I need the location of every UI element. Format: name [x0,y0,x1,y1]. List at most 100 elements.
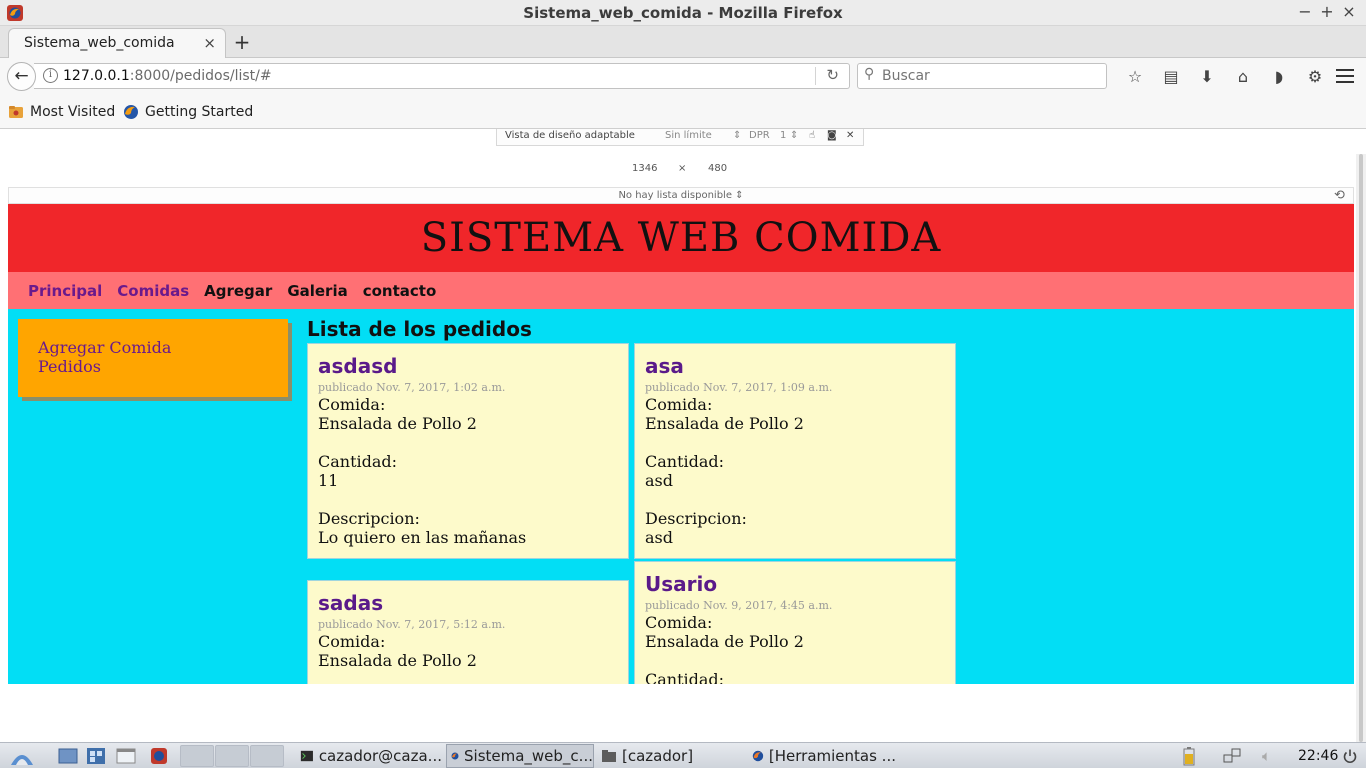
bookmark-label: Most Visited [30,104,116,120]
close-window-button[interactable]: × [1340,2,1358,22]
tab-sistema-web-comida[interactable]: Sistema_web_comida × [8,28,226,58]
comida-label: Comida: [318,632,386,651]
site-nav: Principal Comidas Agregar Galeria contac… [8,272,1354,309]
order-comida: Ensalada de Pollo 2 [318,414,477,433]
responsive-design-view: Vista de diseño adaptable Sin límite ⇕ D… [0,129,1366,742]
task-label: Sistema_web_c... [464,747,593,765]
order-date: publicado Nov. 9, 2017, 4:45 a.m. [645,599,833,612]
screenshot-icon[interactable]: ◙ [827,130,837,141]
nav-link-principal[interactable]: Principal [28,282,102,300]
rdm-dpr-select[interactable]: 1 [780,130,786,141]
order-comida: Ensalada de Pollo 2 [318,651,477,670]
order-title[interactable]: asdasd [318,354,618,378]
firefox-launcher-icon[interactable] [150,743,172,769]
comida-label: Comida: [318,395,386,414]
order-title[interactable]: asa [645,354,945,378]
descripcion-label: Descripcion: [318,509,420,528]
home-icon[interactable]: ⌂ [1225,66,1261,88]
order-card: asa publicado Nov. 7, 2017, 1:09 a.m. Co… [634,343,956,559]
order-cantidad: 11 [318,471,339,490]
window-title: Sistema_web_comida - Mozilla Firefox [523,4,843,22]
select-arrows-icon: ⇕ [735,190,744,201]
rdm-height-input[interactable]: 480 [708,163,727,174]
power-icon[interactable] [1342,743,1360,769]
touch-simulation-icon[interactable]: ☝ [809,130,815,141]
rdm-device-label: No hay lista disponible [618,190,732,201]
comida-label: Comida: [645,613,713,632]
site-header: SISTEMA WEB COMIDA [8,204,1354,272]
workspace-2[interactable] [215,745,249,767]
url-text[interactable]: 127.0.0.1:8000/pedidos/list/# [63,68,272,84]
bookmark-most-visited[interactable]: Most Visited [8,104,115,120]
workspace-icon[interactable] [86,743,108,769]
network-icon[interactable] [1222,743,1244,769]
close-rdm-icon[interactable]: ✕ [846,130,854,141]
back-button[interactable]: ← [7,62,36,91]
taskbar-item-devtools[interactable]: [Herramientas ... [748,744,896,768]
show-desktop-icon[interactable] [58,743,80,769]
order-descripcion: Lo quiero en las mañanas [318,528,527,547]
start-menu-button[interactable] [8,743,38,769]
order-title[interactable]: sadas [318,591,618,615]
order-title[interactable]: Usario [645,572,945,596]
terminal-icon [300,750,313,762]
descripcion-label: Descripcion: [645,509,747,528]
minimize-button[interactable]: − [1296,2,1314,22]
reload-icon[interactable]: ↻ [826,66,839,84]
new-tab-button[interactable]: + [232,30,252,54]
workspace-1[interactable] [180,745,214,767]
rdm-toolbar: Vista de diseño adaptable Sin límite ⇕ D… [496,129,864,146]
order-date: publicado Nov. 7, 2017, 1:09 a.m. [645,381,833,394]
clock[interactable]: 22:46 [1298,743,1338,769]
nav-link-contacto[interactable]: contacto [363,282,437,300]
cantidad-label: Cantidad: [318,452,398,471]
sidebar-link-agregar-comida[interactable]: Agregar Comida [38,338,268,357]
start-menu-icon [11,755,33,765]
downloads-icon[interactable]: ⬇ [1189,66,1225,88]
site-title: SISTEMA WEB COMIDA [420,215,942,261]
order-comida: Ensalada de Pollo 2 [645,414,804,433]
rotate-viewport-icon[interactable]: ⟲ [1334,188,1345,203]
window-list-icon[interactable] [116,743,138,769]
taskbar-item-firefox-active[interactable]: Sistema_web_c... [446,744,594,768]
window-titlebar: Sistema_web_comida - Mozilla Firefox − +… [0,0,1366,26]
order-descripcion: asd [645,528,673,547]
navigation-toolbar: i 127.0.0.1:8000/pedidos/list/# ↻ ← ⚲ ☆ … [0,58,1366,96]
rdm-device-select[interactable]: No hay lista disponible ⇕ [8,187,1354,204]
nav-link-galeria[interactable]: Galeria [287,282,347,300]
search-input[interactable] [882,67,1092,85]
bookmarks-toolbar: Most Visited Getting Started [0,96,1366,129]
tab-close-icon[interactable]: × [203,34,216,52]
cantidad-label: Cantidad: [645,452,725,471]
order-card: sadas publicado Nov. 7, 2017, 5:12 a.m. … [307,580,629,684]
developer-tools-icon[interactable]: ⚙ [1297,66,1333,88]
workspace-3[interactable] [250,745,284,767]
search-box[interactable]: ⚲ [857,63,1107,89]
sidebar: Agregar Comida Pedidos [18,319,288,397]
back-arrow-icon: ← [14,66,29,86]
page-scrollbar[interactable] [1356,154,1366,742]
taskbar-item-files[interactable]: [cazador] [597,744,745,768]
pocket-icon[interactable]: ◗ [1261,66,1297,88]
bookmark-star-icon[interactable]: ☆ [1117,66,1153,88]
volume-icon[interactable]: 🔈︎ [1262,743,1284,769]
reading-list-icon[interactable]: ▤ [1153,66,1189,88]
url-bar[interactable]: i 127.0.0.1:8000/pedidos/list/# ↻ [34,63,850,89]
maximize-button[interactable]: + [1318,2,1336,22]
nav-link-comidas[interactable]: Comidas [117,282,189,300]
sidebar-link-pedidos[interactable]: Pedidos [38,357,268,376]
order-date: publicado Nov. 7, 2017, 5:12 a.m. [318,618,506,631]
taskbar: cazador@caza... Sistema_web_c... [cazado… [0,742,1366,768]
order-card: Usario publicado Nov. 9, 2017, 4:45 a.m.… [634,561,956,684]
nav-link-agregar[interactable]: Agregar [204,282,272,300]
site-info-icon[interactable]: i [43,68,58,83]
tab-label: Sistema_web_comida [24,35,175,51]
rdm-size-select[interactable]: Sin límite [665,130,712,141]
bookmark-getting-started[interactable]: Getting Started [123,104,253,120]
firefox-icon [124,105,138,119]
hamburger-menu-icon[interactable] [1334,65,1356,87]
battery-icon[interactable] [1182,743,1204,769]
rdm-width-input[interactable]: 1346 [632,163,657,174]
rdm-label: Vista de diseño adaptable [505,130,635,141]
taskbar-item-terminal[interactable]: cazador@caza... [296,744,442,768]
